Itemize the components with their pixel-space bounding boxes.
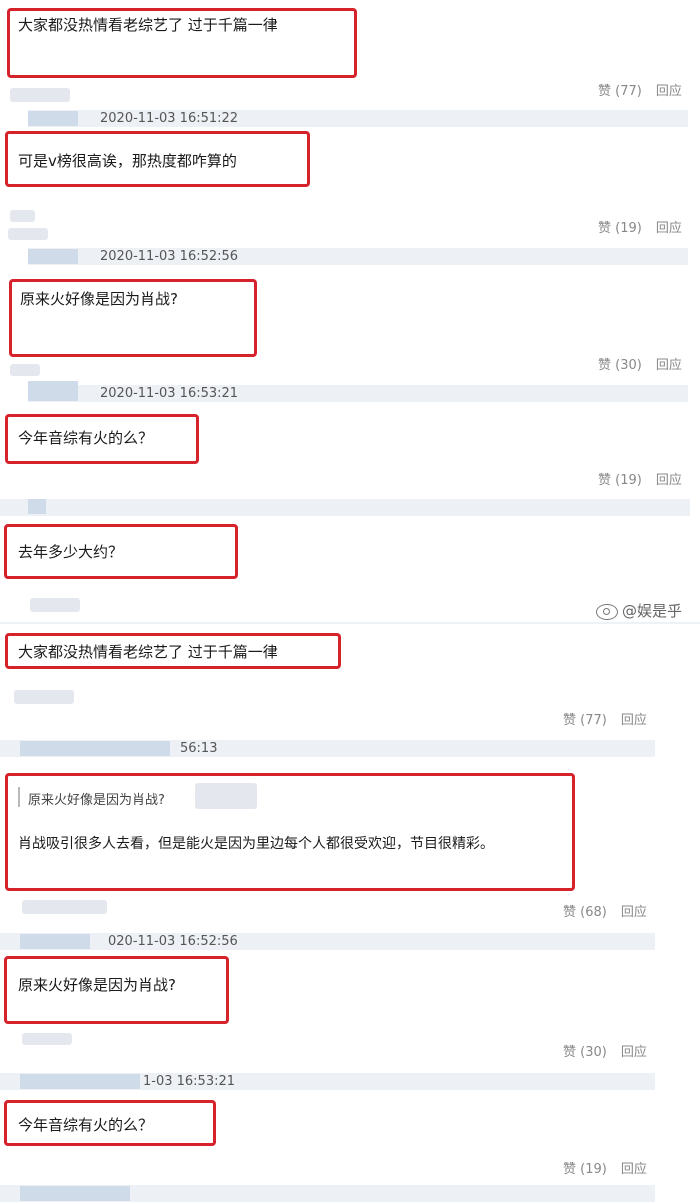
blurred-username [10, 364, 40, 376]
like-button[interactable]: 赞 (19) [598, 473, 642, 488]
blurred-username [14, 690, 74, 704]
comment-text: 大家都没热情看老综艺了 过于千篇一律 [18, 643, 278, 661]
reply-button[interactable]: 回应 [621, 1162, 647, 1177]
reply-button[interactable]: 回应 [621, 905, 647, 920]
comment-actions: 赞 (30) 回应 [563, 1041, 647, 1060]
timestamp: 2020-11-03 16:52:56 [100, 249, 239, 264]
timestamp: 020-11-03 16:52:56 [108, 934, 238, 949]
comment-text: 肖战吸引很多人去看，但是能火是因为里边每个人都很受欢迎，节目很精彩。 [18, 836, 494, 852]
comment-actions: 赞 (68) 回应 [563, 901, 647, 920]
comment-text: 大家都没热情看老综艺了 过于千篇一律 [18, 16, 278, 34]
quote-bar [18, 787, 20, 807]
avatar [28, 249, 78, 264]
avatar [20, 1074, 140, 1089]
blurred-username [195, 783, 257, 809]
comment-text: 今年音综有火的么？ [18, 1116, 154, 1134]
blurred-username [10, 210, 35, 222]
avatar [20, 934, 90, 949]
avatar [20, 741, 170, 756]
like-button[interactable]: 赞 (19) [598, 221, 642, 236]
watermark: @娱是乎 [596, 600, 682, 621]
comment-text: 去年多少大约？ [18, 543, 124, 561]
timestamp: 56:13 [180, 741, 218, 756]
meta-bar [0, 933, 655, 950]
screenshot-divider [0, 622, 700, 624]
timestamp: 2020-11-03 16:53:21 [100, 386, 239, 401]
avatar [28, 499, 46, 514]
meta-bar [0, 499, 690, 516]
comment-text: 原来火好像是因为肖战? [18, 976, 176, 994]
comment-actions: 赞 (19) 回应 [598, 469, 682, 488]
like-button[interactable]: 赞 (77) [563, 713, 607, 728]
timestamp: 1-03 16:53:21 [143, 1074, 236, 1089]
like-button[interactable]: 赞 (19) [563, 1162, 607, 1177]
reply-button[interactable]: 回应 [656, 473, 682, 488]
comment-actions: 赞 (19) 回应 [598, 217, 682, 236]
like-button[interactable]: 赞 (30) [598, 358, 642, 373]
reply-button[interactable]: 回应 [656, 221, 682, 236]
comment-text: 可是v榜很高诶，那热度都咋算的 [18, 152, 237, 170]
comment-text: 原来火好像是因为肖战? [20, 290, 178, 308]
comment-actions: 赞 (77) 回应 [563, 709, 647, 728]
avatar [20, 1186, 130, 1201]
blurred-username [10, 88, 70, 102]
blurred-username [30, 598, 80, 612]
timestamp: 2020-11-03 16:51:22 [100, 111, 239, 126]
like-button[interactable]: 赞 (68) [563, 905, 607, 920]
like-button[interactable]: 赞 (77) [598, 84, 642, 99]
reply-button[interactable]: 回应 [621, 713, 647, 728]
weibo-logo-icon [596, 603, 618, 620]
avatar [28, 381, 78, 401]
blurred-username [22, 1033, 72, 1045]
comment-actions: 赞 (19) 回应 [563, 1158, 647, 1177]
quoted-text: 原来火好像是因为肖战? [28, 793, 165, 808]
blurred-username [8, 228, 48, 240]
reply-button[interactable]: 回应 [656, 358, 682, 373]
comment-text: 今年音综有火的么？ [18, 429, 154, 447]
reply-button[interactable]: 回应 [621, 1045, 647, 1060]
comment-actions: 赞 (30) 回应 [598, 354, 682, 373]
reply-button[interactable]: 回应 [656, 84, 682, 99]
like-button[interactable]: 赞 (30) [563, 1045, 607, 1060]
avatar [28, 111, 78, 126]
comment-actions: 赞 (77) 回应 [598, 80, 682, 99]
blurred-username [22, 900, 107, 914]
